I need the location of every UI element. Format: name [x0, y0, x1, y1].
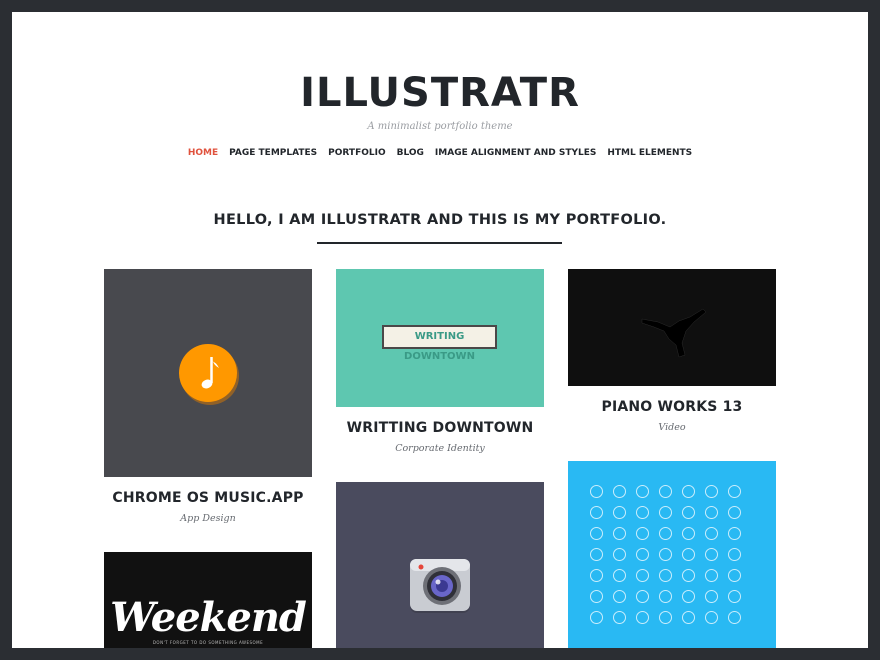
line-icon — [613, 506, 626, 519]
portfolio-category: Video — [658, 422, 686, 433]
main-navigation: HOME PAGE TEMPLATES PORTFOLIO BLOG IMAGE… — [12, 148, 868, 158]
nav-item-image-alignment[interactable]: IMAGE ALIGNMENT AND STYLES — [435, 148, 596, 158]
line-icon — [728, 548, 741, 561]
nav-item-html-elements[interactable]: HTML ELEMENTS — [607, 148, 692, 158]
line-icon — [590, 611, 603, 624]
line-icon — [636, 485, 649, 498]
line-icon — [705, 527, 718, 540]
weekend-lettering: Weekend — [110, 594, 307, 641]
line-icon — [636, 590, 649, 603]
line-icon — [613, 527, 626, 540]
line-icon — [728, 506, 741, 519]
line-icon — [705, 485, 718, 498]
line-icon — [682, 611, 695, 624]
line-icon — [728, 485, 741, 498]
line-icon — [659, 590, 672, 603]
line-icon — [636, 611, 649, 624]
line-icon — [659, 506, 672, 519]
line-icon — [659, 569, 672, 582]
line-icon — [590, 548, 603, 561]
line-icon — [659, 611, 672, 624]
line-icon — [728, 569, 741, 582]
nav-item-page-templates[interactable]: PAGE TEMPLATES — [229, 148, 317, 158]
writing-downtown-logo-text: WRITING DOWNTOWN — [404, 331, 475, 362]
portfolio-thumb-camera[interactable] — [336, 482, 544, 648]
portfolio-title[interactable]: WRITTING DOWNTOWN — [336, 420, 544, 436]
nav-item-portfolio[interactable]: PORTFOLIO — [328, 148, 385, 158]
line-icon — [682, 590, 695, 603]
line-icon — [659, 485, 672, 498]
line-icon — [613, 485, 626, 498]
portfolio-thumb-music-app[interactable] — [104, 269, 312, 477]
line-icon — [728, 527, 741, 540]
portfolio-thumb-piano-works[interactable] — [568, 269, 776, 386]
writing-downtown-logo: WRITING DOWNTOWN — [382, 325, 497, 362]
portfolio-title[interactable]: PIANO WORKS 13 — [568, 399, 776, 415]
portfolio-thumb-line-icons[interactable] — [568, 461, 776, 648]
line-icon — [682, 548, 695, 561]
line-icon — [636, 548, 649, 561]
line-icon — [705, 506, 718, 519]
portfolio-thumb-writing-downtown[interactable]: WRITING DOWNTOWN — [336, 269, 544, 407]
line-icon — [590, 527, 603, 540]
portfolio-category: Corporate Identity — [395, 443, 485, 454]
nav-item-home[interactable]: HOME — [188, 148, 218, 158]
portfolio-category: App Design — [180, 513, 236, 524]
line-icon — [682, 485, 695, 498]
line-icon — [590, 485, 603, 498]
music-note-icon — [179, 344, 239, 405]
page: ILLUSTRATR A minimalist portfolio theme … — [12, 12, 868, 648]
camera-icon — [410, 559, 470, 613]
line-icon — [636, 569, 649, 582]
nav-item-blog[interactable]: BLOG — [397, 148, 424, 158]
line-icon — [728, 590, 741, 603]
site-title[interactable]: ILLUSTRATR — [12, 70, 868, 116]
intro-heading: HELLO, I AM ILLUSTRATR AND THIS IS MY PO… — [213, 212, 667, 228]
line-icon — [613, 611, 626, 624]
line-icon — [705, 548, 718, 561]
line-icon — [590, 569, 603, 582]
line-icon — [682, 569, 695, 582]
line-icon — [705, 590, 718, 603]
portfolio-thumb-weekend[interactable]: Weekend DON'T FORGET TO DO SOMETHING AWE… — [104, 552, 312, 648]
weekend-subtext: DON'T FORGET TO DO SOMETHING AWESOME — [152, 640, 264, 645]
line-icon — [705, 569, 718, 582]
line-icon — [590, 590, 603, 603]
line-icon — [613, 548, 626, 561]
portfolio-title[interactable]: CHROME OS MUSIC.APP — [104, 490, 312, 506]
line-icon — [636, 527, 649, 540]
line-icon — [682, 527, 695, 540]
line-icon — [590, 506, 603, 519]
line-icon — [682, 506, 695, 519]
line-icon — [659, 527, 672, 540]
line-icon — [659, 548, 672, 561]
line-icon — [613, 590, 626, 603]
line-icon — [613, 569, 626, 582]
line-icon — [728, 611, 741, 624]
line-icon — [636, 506, 649, 519]
intro-divider — [317, 242, 562, 244]
site-tagline: A minimalist portfolio theme — [367, 121, 513, 132]
line-icon — [705, 611, 718, 624]
dancer-silhouette — [641, 308, 707, 358]
